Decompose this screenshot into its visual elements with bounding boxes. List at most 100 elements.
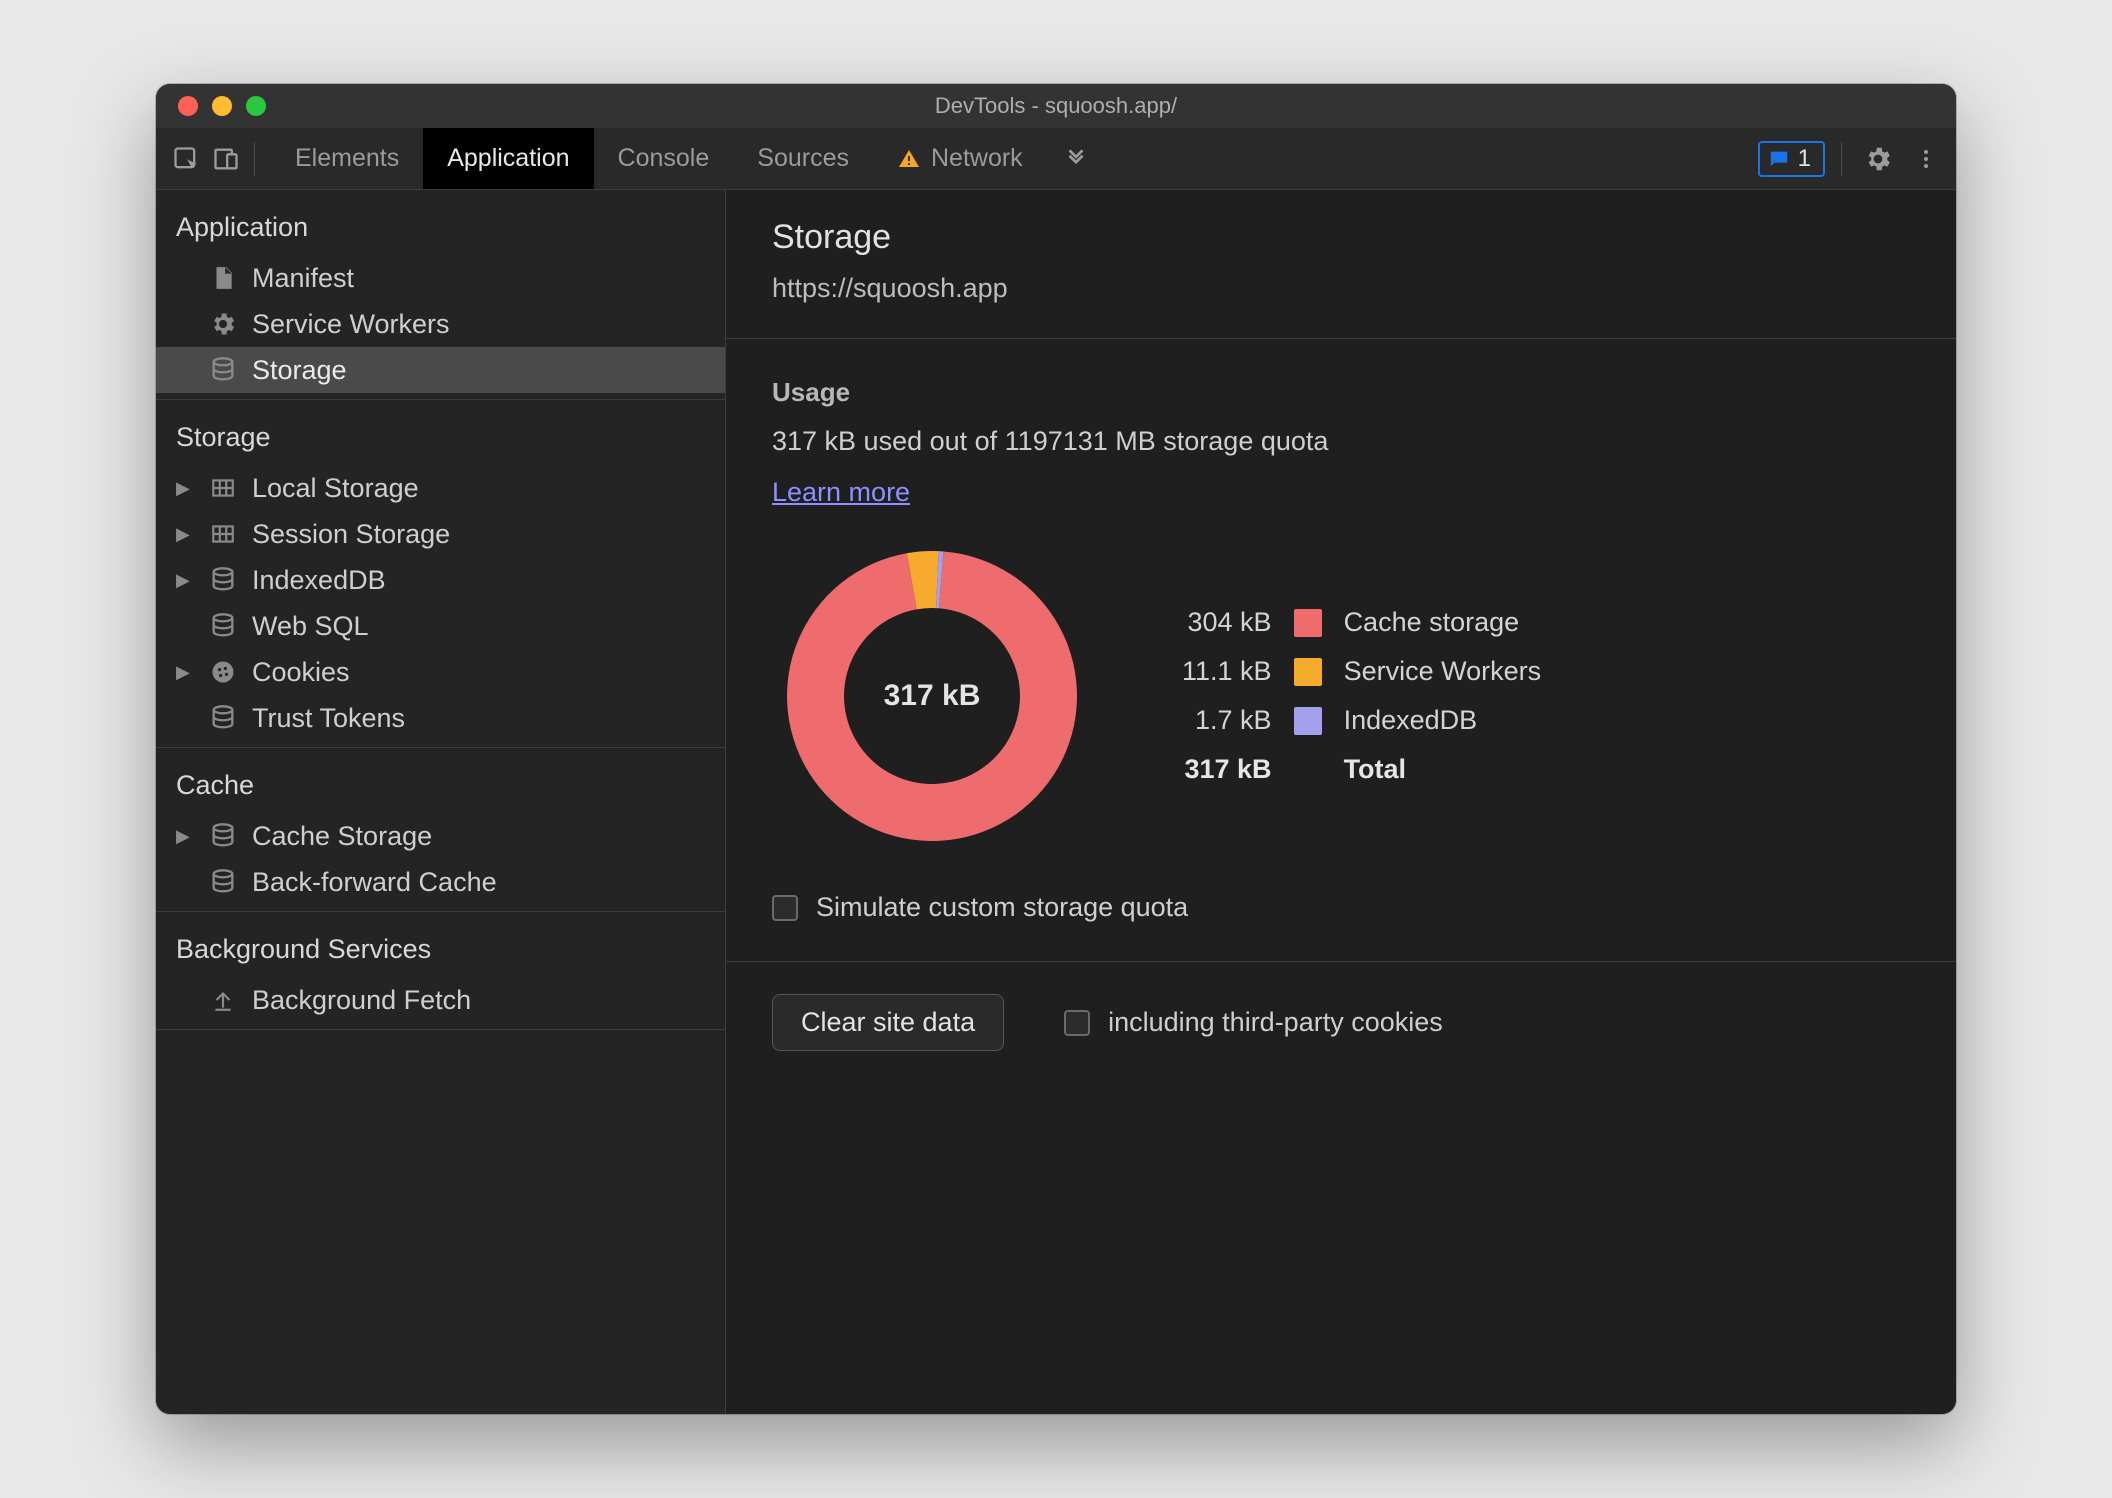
sidebar-item-indexeddb[interactable]: ▶ IndexedDB [156,557,725,603]
expand-arrow-icon[interactable]: ▶ [176,524,194,545]
db-icon [208,703,238,733]
issues-badge[interactable]: 1 [1758,141,1825,177]
application-sidebar: Application▶Manifest▶Service Workers▶Sto… [156,190,726,1414]
expand-arrow-icon[interactable]: ▶ [176,570,194,591]
tab-label: Network [931,144,1023,173]
sidebar-item-cookies[interactable]: ▶ Cookies [156,649,725,695]
third-party-row: including third-party cookies [1064,1007,1443,1038]
origin-url: https://squoosh.app [772,273,1910,304]
divider [726,961,1956,962]
sidebar-item-storage[interactable]: ▶Storage [156,347,725,393]
warning-icon [897,147,921,171]
file-icon [208,263,238,293]
legend-total-value: 317 kB [1182,754,1272,785]
main-tabs: Elements Application Console Sources Net… [271,128,1105,189]
grid-icon [208,519,238,549]
panel-body: Application▶Manifest▶Service Workers▶Sto… [156,190,1956,1414]
devtools-window: DevTools - squoosh.app/ Elements Applica… [156,84,1956,1414]
inspect-element-icon[interactable] [166,139,206,179]
usage-section: Usage 317 kB used out of 1197131 MB stor… [726,349,1956,951]
panel-title: Storage [772,218,1910,257]
third-party-label: including third-party cookies [1108,1007,1443,1038]
toolbar-right: 1 [1758,139,1946,179]
zoom-window-button[interactable] [246,96,266,116]
tab-elements[interactable]: Elements [271,128,423,189]
usage-legend: 304 kB Cache storage 11.1 kB Service Worker… [1182,607,1541,785]
device-toolbar-icon[interactable] [206,139,246,179]
sidebar-item-label: Local Storage [252,473,419,504]
sidebar-item-label: IndexedDB [252,565,386,596]
toolbar-divider [1841,142,1842,176]
usage-donut-chart: 317 kB [772,536,1092,856]
sidebar-item-label: Service Workers [252,309,450,340]
expand-arrow-icon[interactable]: ▶ [176,826,194,847]
expand-arrow-icon[interactable]: ▶ [176,478,194,499]
tab-network[interactable]: Network [873,128,1047,189]
legend-value: 1.7 kB [1182,705,1272,736]
issues-count: 1 [1798,145,1811,173]
close-window-button[interactable] [178,96,198,116]
divider [726,338,1956,339]
db-icon [208,867,238,897]
more-menu-icon[interactable] [1906,139,1946,179]
expand-arrow-icon[interactable]: ▶ [176,662,194,683]
sidebar-item-web-sql[interactable]: ▶Web SQL [156,603,725,649]
sidebar-item-label: Manifest [252,263,354,294]
traffic-lights [178,96,266,116]
db-icon [208,821,238,851]
sidebar-section-title: Storage [156,414,725,465]
sidebar-item-label: Back-forward Cache [252,867,497,898]
sidebar-item-cache-storage[interactable]: ▶ Cache Storage [156,813,725,859]
sidebar-item-label: Cache Storage [252,821,432,852]
simulate-quota-label: Simulate custom storage quota [816,892,1188,923]
toolbar: Elements Application Console Sources Net… [156,128,1956,190]
db-icon [208,611,238,641]
sidebar-item-local-storage[interactable]: ▶ Local Storage [156,465,725,511]
minimize-window-button[interactable] [212,96,232,116]
legend-value: 304 kB [1182,607,1272,638]
usage-summary: 317 kB used out of 1197131 MB storage qu… [772,426,1910,457]
more-tabs-button[interactable] [1047,128,1105,189]
clear-site-data-button[interactable]: Clear site data [772,994,1004,1051]
sidebar-section-title: Cache [156,762,725,813]
grid-icon [208,473,238,503]
sidebar-item-label: Trust Tokens [252,703,405,734]
window-title: DevTools - squoosh.app/ [156,93,1956,119]
legend-swatch [1294,658,1322,686]
sidebar-item-back-forward-cache[interactable]: ▶Back-forward Cache [156,859,725,905]
sidebar-item-label: Storage [252,355,347,386]
legend-value: 11.1 kB [1182,656,1272,687]
legend-label: Service Workers [1344,656,1542,687]
sidebar-section: Storage▶Local Storage▶Session Storage▶In… [156,400,725,748]
sidebar-item-manifest[interactable]: ▶Manifest [156,255,725,301]
settings-icon[interactable] [1858,139,1898,179]
tab-application[interactable]: Application [423,128,593,189]
tab-console[interactable]: Console [594,128,734,189]
sidebar-item-service-workers[interactable]: ▶Service Workers [156,301,725,347]
db-icon [208,565,238,595]
sidebar-item-background-fetch[interactable]: ▶Background Fetch [156,977,725,1023]
usage-chart-row: 317 kB 304 kB Cache storage 11.1 kB Service… [772,536,1910,856]
learn-more-link[interactable]: Learn more [772,477,910,507]
third-party-cookies-checkbox[interactable] [1064,1010,1090,1036]
sidebar-item-label: Cookies [252,657,350,688]
legend-label: Cache storage [1344,607,1542,638]
legend-label: IndexedDB [1344,705,1542,736]
tab-label: Application [447,144,569,173]
toolbar-divider [254,142,255,176]
legend-total-label: Total [1344,754,1542,785]
simulate-quota-checkbox[interactable] [772,895,798,921]
sidebar-section: Application▶Manifest▶Service Workers▶Sto… [156,190,725,400]
upload-icon [208,985,238,1015]
cookie-icon [208,657,238,687]
panel-header: Storage https://squoosh.app [726,190,1956,328]
tab-sources[interactable]: Sources [733,128,873,189]
db-icon [208,355,238,385]
sidebar-item-trust-tokens[interactable]: ▶Trust Tokens [156,695,725,741]
sidebar-item-session-storage[interactable]: ▶Session Storage [156,511,725,557]
simulate-quota-row: Simulate custom storage quota [772,892,1910,923]
sidebar-section: Background Services▶Background Fetch [156,912,725,1030]
sidebar-section-title: Application [156,204,725,255]
sidebar-item-label: Background Fetch [252,985,471,1016]
titlebar: DevTools - squoosh.app/ [156,84,1956,128]
